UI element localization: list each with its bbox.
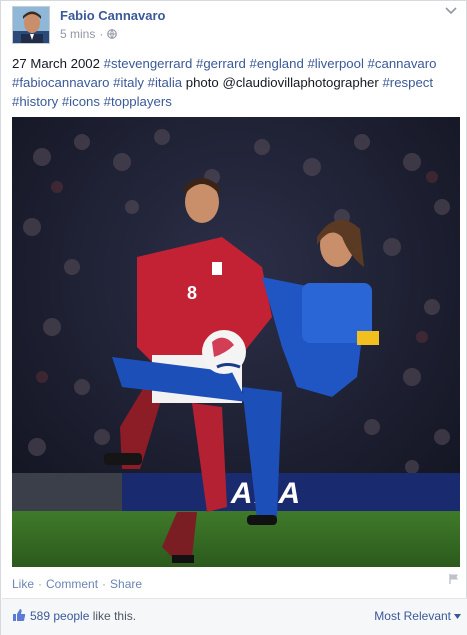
post-header: Fabio Cannavaro 5 mins ·	[12, 6, 457, 44]
thumbs-up-icon	[13, 609, 26, 621]
post-timestamp[interactable]: 5 mins	[60, 27, 95, 41]
photographer-mention: @claudiovillaphotographer	[222, 75, 379, 90]
action-separator: ·	[38, 577, 43, 591]
caption-date: 27 March 2002	[12, 56, 104, 71]
like-link[interactable]: Like	[12, 577, 34, 591]
action-separator: ·	[102, 577, 107, 591]
globe-icon[interactable]	[107, 29, 118, 39]
comment-link[interactable]: Comment	[46, 577, 98, 591]
chevron-down-icon	[454, 613, 461, 619]
post-caption: 27 March 2002 #stevengerrard #gerrard #e…	[12, 54, 460, 111]
flag-icon[interactable]	[448, 573, 460, 585]
like-summary: 589 people like this.	[30, 609, 136, 623]
post-actions: Like · Comment · Share	[12, 576, 457, 592]
comment-sort-label: Most Relevant	[374, 609, 451, 623]
post-photo[interactable]: AXA 8	[12, 117, 460, 567]
comment-sort-dropdown[interactable]: Most Relevant	[374, 609, 461, 623]
shirt-number: 8	[187, 283, 197, 303]
caption-text: photo	[182, 75, 223, 90]
like-suffix: like this.	[89, 609, 137, 623]
post-meta: 5 mins ·	[60, 27, 118, 41]
like-count-link[interactable]: 589 people	[30, 609, 89, 623]
author-name[interactable]: Fabio Cannavaro	[60, 8, 165, 23]
author-avatar[interactable]	[12, 6, 50, 44]
chevron-down-icon[interactable]	[445, 6, 457, 16]
share-link[interactable]: Share	[110, 577, 142, 591]
meta-separator: ·	[99, 27, 104, 41]
post-card: Fabio Cannavaro 5 mins · 27 March 2002 #…	[0, 0, 467, 635]
likes-bar: 589 people like this. Most Relevant	[1, 599, 467, 635]
